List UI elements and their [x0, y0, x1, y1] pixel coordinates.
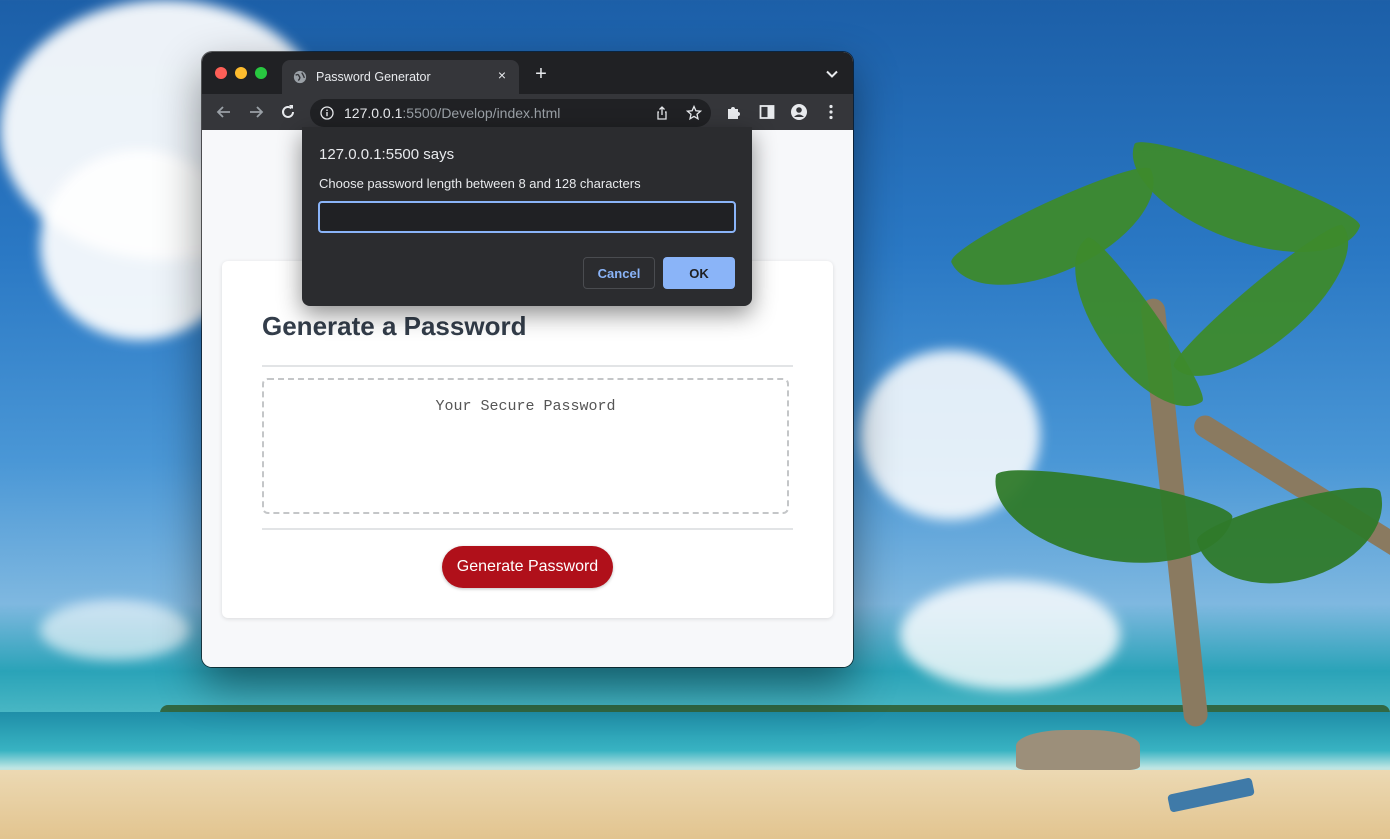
minimize-window-button[interactable] — [235, 67, 247, 79]
prompt-dialog: 127.0.0.1:5500 says Choose password leng… — [302, 127, 752, 306]
wallpaper-palm-leaf — [945, 156, 1175, 314]
wallpaper-palm-leaf — [984, 459, 1236, 581]
title-bar: Password Generator × + — [202, 52, 853, 94]
dialog-title: 127.0.0.1:5500 says — [319, 146, 455, 163]
ok-button[interactable]: OK — [663, 257, 735, 289]
forward-arrow-icon[interactable] — [247, 103, 265, 121]
zoom-window-button[interactable] — [255, 67, 267, 79]
back-arrow-icon[interactable] — [215, 103, 233, 121]
cancel-button[interactable]: Cancel — [583, 257, 655, 289]
new-tab-button[interactable]: + — [532, 64, 550, 84]
profile-icon[interactable] — [790, 103, 808, 121]
address-url: 127.0.0.1:5500/Develop/index.html — [344, 105, 560, 121]
bookmark-star-icon[interactable] — [686, 105, 702, 121]
password-length-input[interactable] — [318, 201, 736, 233]
browser-toolbar: 127.0.0.1:5500/Develop/index.html — [202, 94, 853, 130]
password-output[interactable]: Your Secure Password — [262, 378, 789, 514]
extensions-puzzle-icon[interactable] — [725, 103, 743, 121]
close-window-button[interactable] — [215, 67, 227, 79]
menu-kebab-icon[interactable] — [822, 103, 840, 121]
info-icon[interactable] — [320, 106, 334, 120]
wallpaper-hut — [1016, 730, 1140, 770]
generator-card: Generate a Password Your Secure Password… — [222, 261, 833, 618]
divider — [262, 528, 793, 530]
dialog-message: Choose password length between 8 and 128… — [319, 176, 641, 191]
url-path: :5500/Develop/index.html — [402, 105, 561, 121]
address-bar[interactable]: 127.0.0.1:5500/Develop/index.html — [310, 99, 711, 127]
wallpaper-palm-leaf — [1192, 476, 1390, 604]
globe-icon — [293, 70, 307, 84]
tab-title: Password Generator — [316, 70, 431, 84]
side-panel-icon[interactable] — [758, 103, 776, 121]
divider — [262, 365, 793, 367]
wallpaper-cloud — [40, 600, 190, 660]
tab-list-chevron-icon[interactable] — [825, 67, 839, 81]
browser-tab[interactable]: Password Generator × — [282, 60, 519, 94]
reload-icon[interactable] — [279, 103, 297, 121]
tab-close-icon[interactable]: × — [494, 67, 510, 83]
wallpaper-cloud — [900, 580, 1120, 690]
page-title: Generate a Password — [262, 311, 527, 341]
url-host: 127.0.0.1 — [344, 105, 403, 121]
share-icon[interactable] — [655, 106, 669, 120]
generate-password-button[interactable]: Generate Password — [442, 546, 613, 588]
